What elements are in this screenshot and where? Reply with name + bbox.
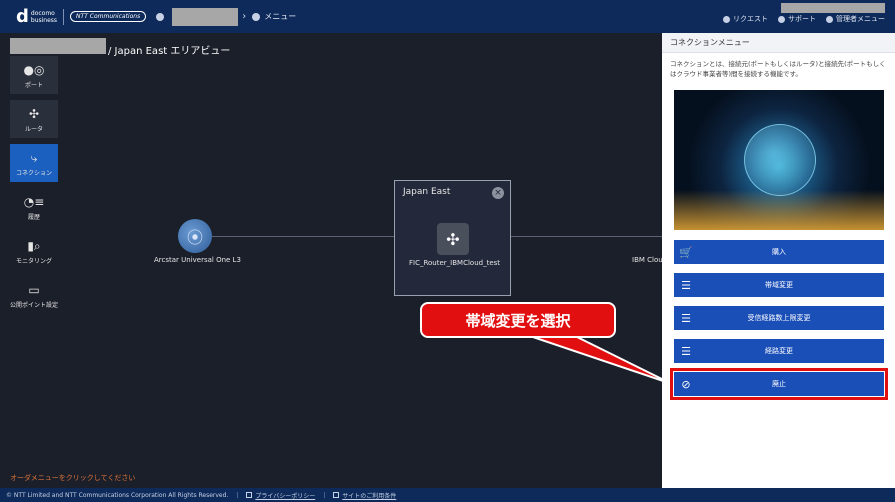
logo-d: d — [16, 5, 29, 27]
sidebar-item-port[interactable]: ●◎ ポート — [10, 56, 58, 94]
footer: © NTT Limited and NTT Communications Cor… — [0, 488, 895, 502]
gear-icon — [826, 15, 833, 23]
external-link-icon — [246, 492, 253, 498]
sliders-icon: ☰ — [681, 344, 691, 358]
external-link-icon — [333, 492, 340, 498]
area-japan-east[interactable]: Japan East × ✣ FIC_Router_IBMCloud_test — [394, 180, 511, 296]
support-link[interactable]: サポート — [778, 14, 816, 24]
history-icon: ◔≡ — [23, 194, 45, 209]
bell-icon — [723, 15, 730, 23]
request-link[interactable]: リクエスト — [723, 14, 768, 24]
breadcrumb-redacted[interactable] — [172, 7, 239, 26]
sidebar-item-public-point[interactable]: ▭ 公開ポイント設定 — [10, 276, 58, 314]
arcstar-label: Arcstar Universal One L3 — [154, 256, 241, 264]
ntt-logo: NTT Communications — [70, 11, 147, 22]
breadcrumb-menu[interactable]: メニュー — [264, 11, 296, 22]
breadcrumb-home-icon — [156, 12, 165, 21]
globe-icon: ⦿ — [186, 228, 203, 247]
breadcrumb-menu-icon — [252, 12, 261, 21]
top-bar: d docomo business NTT Communications › メ… — [0, 0, 895, 33]
purchase-button[interactable]: 🛒 購入 — [674, 240, 884, 264]
panel-description: コネクションとは、接続元(ポートもしくはルータ)と接続先(ポートもしくはクラウド… — [670, 60, 886, 78]
copyright: © NTT Limited and NTT Communications Cor… — [6, 491, 229, 499]
router-node[interactable]: ✣ — [437, 223, 469, 255]
privacy-policy-link[interactable]: プライバシーポリシー — [255, 491, 315, 500]
router-icon: ✣ — [446, 229, 460, 249]
sidebar-item-monitoring[interactable]: ▮⌕ モニタリング — [10, 232, 58, 270]
port-icon: ●◎ — [23, 62, 45, 77]
top-right-links: リクエスト サポート 管理者メニュー — [723, 14, 885, 24]
public-point-icon: ▭ — [28, 282, 40, 297]
sidebar-item-connection[interactable]: ⤷ コネクション — [10, 144, 58, 182]
panel-title: コネクションメニュー — [662, 33, 895, 53]
user-info-redacted — [781, 3, 885, 13]
sliders-icon: ☰ — [681, 311, 691, 325]
sliders-icon: ☰ — [681, 278, 691, 292]
route-change-button[interactable]: ☰ 経路変更 — [674, 339, 884, 363]
connection-menu-image — [674, 90, 884, 230]
bandwidth-change-button[interactable]: ☰ 帯域変更 — [674, 273, 884, 297]
docomo-business-logo[interactable]: d docomo business NTT Communications — [16, 5, 147, 27]
router-icon: ✣ — [28, 106, 40, 121]
sidebar-item-history[interactable]: ◔≡ 履歴 — [10, 188, 58, 226]
page-title: / Japan East エリアビュー — [108, 46, 231, 57]
logo-divider — [63, 8, 65, 25]
ibm-cloud-label: IBM Clou — [632, 256, 663, 264]
connection-icon: ⤷ — [30, 150, 38, 165]
terms-link[interactable]: サイトのご利用条件 — [342, 491, 396, 500]
title-redacted — [10, 38, 106, 54]
admin-menu-link[interactable]: 管理者メニュー — [826, 14, 885, 24]
connection-menu-panel: コネクションメニュー コネクションとは、接続元(ポートもしくはルータ)と接続先(… — [662, 33, 895, 488]
monitoring-icon: ▮⌕ — [27, 238, 41, 253]
delete-button[interactable]: ⊘ 廃止 — [670, 368, 888, 400]
chevron-right-icon: › — [242, 11, 247, 22]
order-menu-hint: オーダメニューをクリックしてください — [10, 474, 136, 482]
close-icon[interactable]: × — [492, 187, 504, 199]
router-label: FIC_Router_IBMCloud_test — [409, 259, 501, 267]
cart-icon: 🛒 — [679, 245, 693, 259]
prohibit-icon: ⊘ — [681, 377, 691, 391]
logo-line2: business — [30, 16, 58, 24]
logo-line1: docomo — [30, 9, 55, 17]
area-title: Japan East — [403, 187, 451, 197]
route-limit-change-button[interactable]: ☰ 受信経路数上限変更 — [674, 306, 884, 330]
sidebar-item-router[interactable]: ✣ ルータ — [10, 100, 58, 138]
arcstar-node[interactable]: ⦿ — [178, 219, 212, 253]
callout-label: 帯域変更を選択 — [420, 302, 616, 338]
help-icon — [778, 15, 785, 23]
network-globe-image — [744, 124, 816, 196]
